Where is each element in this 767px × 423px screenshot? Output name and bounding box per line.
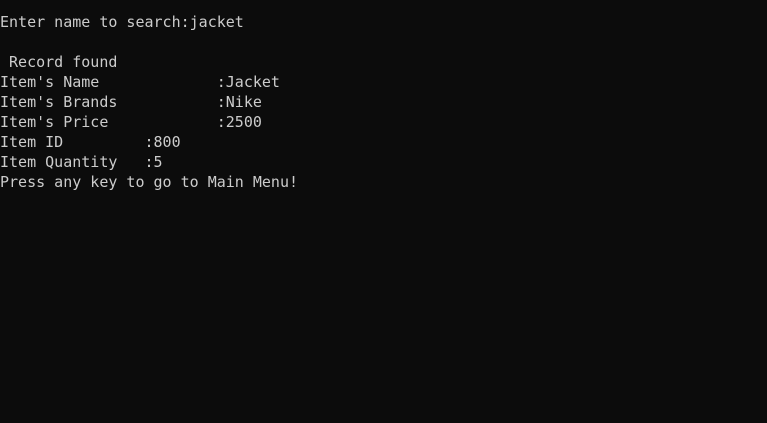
item-quantity-line: Item Quantity :5	[0, 153, 163, 171]
console-window[interactable]: Enter name to search:jacket Record found…	[0, 0, 767, 423]
item-price-line: Item's Price :2500	[0, 113, 262, 131]
item-id-line: Item ID :800	[0, 133, 181, 151]
main-menu-prompt-line: Press any key to go to Main Menu!	[0, 173, 299, 191]
search-prompt-line: Enter name to search:jacket	[0, 13, 244, 31]
item-brands-line: Item's Brands :Nike	[0, 93, 262, 111]
record-found-line: Record found	[0, 53, 118, 71]
item-name-line: Item's Name :Jacket	[0, 73, 280, 91]
